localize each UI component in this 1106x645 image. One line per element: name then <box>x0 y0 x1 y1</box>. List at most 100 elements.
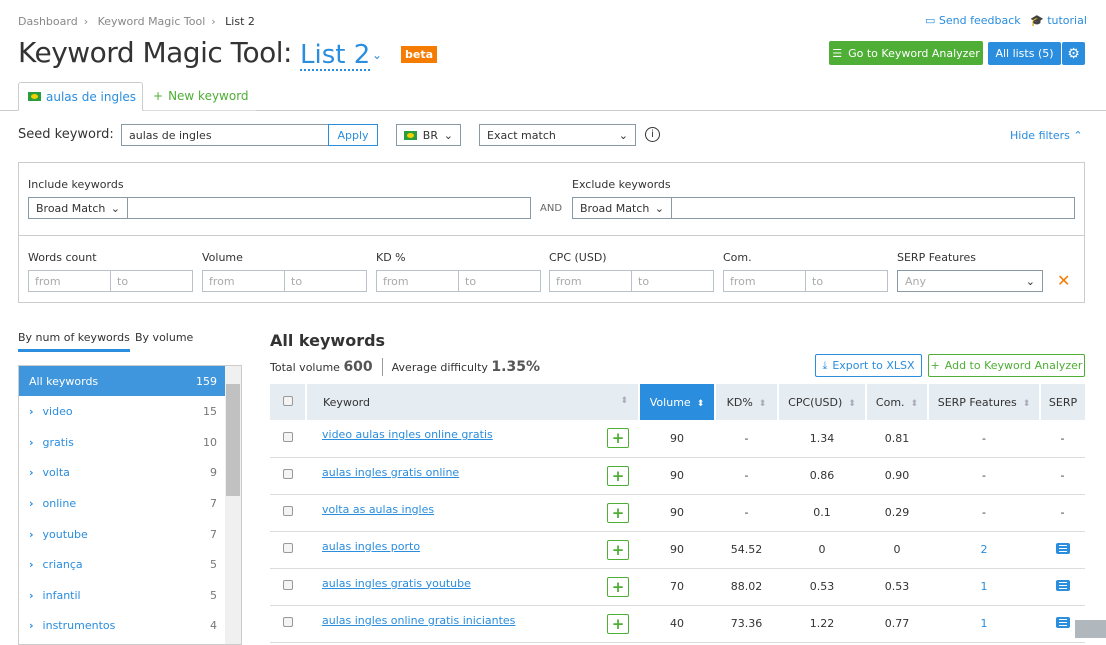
breadcrumb-dashboard[interactable]: Dashboard <box>18 15 78 28</box>
serp-cell[interactable] <box>1040 531 1085 569</box>
from-input[interactable]: from <box>202 270 285 292</box>
col-label: Com. <box>875 395 905 409</box>
chevron-down-icon[interactable]: ⌄ <box>372 48 382 62</box>
send-feedback-link[interactable]: ▭ Send feedback <box>925 14 1021 27</box>
row-select[interactable] <box>270 531 306 569</box>
add-analyzer-label: Add to Keyword Analyzer <box>944 359 1083 372</box>
col-volume[interactable]: Volume ⬍ <box>639 384 716 420</box>
to-input[interactable]: to <box>111 270 193 292</box>
row-select[interactable] <box>270 568 306 606</box>
match-type-select[interactable]: Exact match ⌄ <box>479 124 636 146</box>
sort-icon: ⬍ <box>758 398 767 409</box>
clear-filters-icon[interactable]: ✕ <box>1057 271 1070 290</box>
scrollbar-thumb[interactable] <box>226 384 240 496</box>
apply-button[interactable]: Apply <box>328 124 378 146</box>
exclude-match-select[interactable]: Broad Match ⌄ <box>572 197 672 219</box>
group-item[interactable]: › infantil 5 <box>19 580 227 610</box>
info-icon[interactable]: i <box>645 127 660 142</box>
serp-features-select[interactable]: Any ⌄ <box>897 270 1043 292</box>
chevron-right-icon: › <box>29 619 34 633</box>
group-all-keywords[interactable]: All keywords 159 <box>19 366 227 396</box>
from-input[interactable]: from <box>376 270 459 292</box>
serp-icon[interactable] <box>1055 616 1070 628</box>
serp-cell[interactable] <box>1040 568 1085 606</box>
row-checkbox[interactable] <box>283 469 293 479</box>
all-lists-button[interactable]: All lists (5) <box>988 42 1061 65</box>
tutorial-label: tutorial <box>1047 14 1087 27</box>
row-checkbox[interactable] <box>283 617 293 627</box>
keyword-link[interactable]: aulas ingles gratis youtube <box>322 577 471 590</box>
serp-icon[interactable] <box>1055 579 1070 591</box>
seed-keyword-input[interactable]: aulas de ingles <box>121 124 329 146</box>
new-keyword-tab[interactable]: + New keyword <box>144 82 256 111</box>
go-to-keyword-analyzer-button[interactable]: ☰ Go to Keyword Analyzer <box>829 41 983 65</box>
serp-features-cell[interactable]: 1 <box>928 568 1040 606</box>
group-item[interactable]: › gratis 10 <box>19 427 227 457</box>
add-keyword-button[interactable]: + <box>607 502 629 523</box>
serp-icon[interactable] <box>1055 542 1070 554</box>
col-cpc[interactable]: CPC(USD) ⬍ <box>778 384 867 420</box>
add-keyword-button[interactable]: + <box>607 613 629 634</box>
to-input[interactable]: to <box>285 270 367 292</box>
keyword-link[interactable]: video aulas ingles online gratis <box>322 428 493 441</box>
keyword-link[interactable]: aulas ingles gratis online <box>322 466 459 479</box>
exclude-keywords-input[interactable] <box>671 197 1075 219</box>
add-keyword-button[interactable]: + <box>607 428 629 449</box>
from-input[interactable]: from <box>723 270 806 292</box>
keyword-link[interactable]: volta as aulas ingles <box>322 503 434 516</box>
scrollbar[interactable] <box>225 366 241 644</box>
tutorial-link[interactable]: 🎓 tutorial <box>1030 14 1087 27</box>
row-select[interactable] <box>270 494 306 532</box>
page-title: Keyword Magic Tool: <box>18 36 292 69</box>
col-com[interactable]: Com. ⬍ <box>866 384 929 420</box>
feedback-widget[interactable] <box>1075 620 1106 638</box>
avg-difficulty: 1.35% <box>491 359 540 375</box>
row-select[interactable] <box>270 457 306 495</box>
to-input[interactable]: to <box>459 270 541 292</box>
kd-cell: 54.52 <box>715 531 778 569</box>
serp-features-cell[interactable]: 2 <box>928 531 1040 569</box>
group-item[interactable]: › instrumentos 4 <box>19 611 227 641</box>
row-select[interactable] <box>270 605 306 643</box>
group-item[interactable]: › criança 5 <box>19 550 227 580</box>
tab-by-volume[interactable]: By volume <box>135 331 193 344</box>
breadcrumb-kmt[interactable]: Keyword Magic Tool <box>98 15 206 28</box>
chevron-right-icon: › <box>211 15 216 28</box>
group-item[interactable]: › online 7 <box>19 488 227 518</box>
country-select[interactable]: BR ⌄ <box>396 124 461 146</box>
add-keyword-button[interactable]: + <box>607 465 629 486</box>
row-checkbox[interactable] <box>283 543 293 553</box>
col-serp-features[interactable]: SERP Features ⬍ <box>928 384 1041 420</box>
group-item[interactable]: › volta 9 <box>19 458 227 488</box>
keyword-link[interactable]: aulas ingles porto <box>322 540 420 553</box>
chevron-right-icon: › <box>83 15 89 28</box>
row-select[interactable] <box>270 420 306 458</box>
add-to-keyword-analyzer-button[interactable]: + Add to Keyword Analyzer <box>928 354 1085 377</box>
add-keyword-button[interactable]: + <box>607 539 629 560</box>
to-input[interactable]: to <box>806 270 888 292</box>
include-match-select[interactable]: Broad Match ⌄ <box>28 197 128 219</box>
tab-aulas-de-ingles[interactable]: aulas de ingles <box>18 82 143 111</box>
gear-icon[interactable]: ⚙ <box>1062 42 1085 65</box>
export-xlsx-button[interactable]: ⤓ Export to XLSX <box>815 354 922 377</box>
from-input[interactable]: from <box>28 270 111 292</box>
to-input[interactable]: to <box>632 270 714 292</box>
list-selector[interactable]: List 2 <box>300 41 371 71</box>
from-input[interactable]: from <box>549 270 632 292</box>
include-keywords-input[interactable] <box>127 197 531 219</box>
add-keyword-button[interactable]: + <box>607 576 629 597</box>
group-item[interactable]: › youtube 7 <box>19 519 227 549</box>
keyword-link[interactable]: aulas ingles online gratis iniciantes <box>322 614 515 627</box>
serp-features-cell[interactable]: 1 <box>928 605 1040 643</box>
select-all-checkbox[interactable] <box>282 395 293 406</box>
col-keyword[interactable]: Keyword ⬍ <box>306 384 640 420</box>
group-count: 7 <box>210 527 217 541</box>
select-all-header[interactable] <box>270 384 307 420</box>
hide-filters-link[interactable]: Hide filters ⌃ <box>1010 129 1083 142</box>
row-checkbox[interactable] <box>283 506 293 516</box>
row-checkbox[interactable] <box>283 431 293 442</box>
tab-by-num-keywords[interactable]: By num of keywords <box>18 331 130 352</box>
group-item[interactable]: › video 15 <box>19 397 227 427</box>
row-checkbox[interactable] <box>283 580 293 590</box>
col-kd[interactable]: KD% ⬍ <box>715 384 779 420</box>
